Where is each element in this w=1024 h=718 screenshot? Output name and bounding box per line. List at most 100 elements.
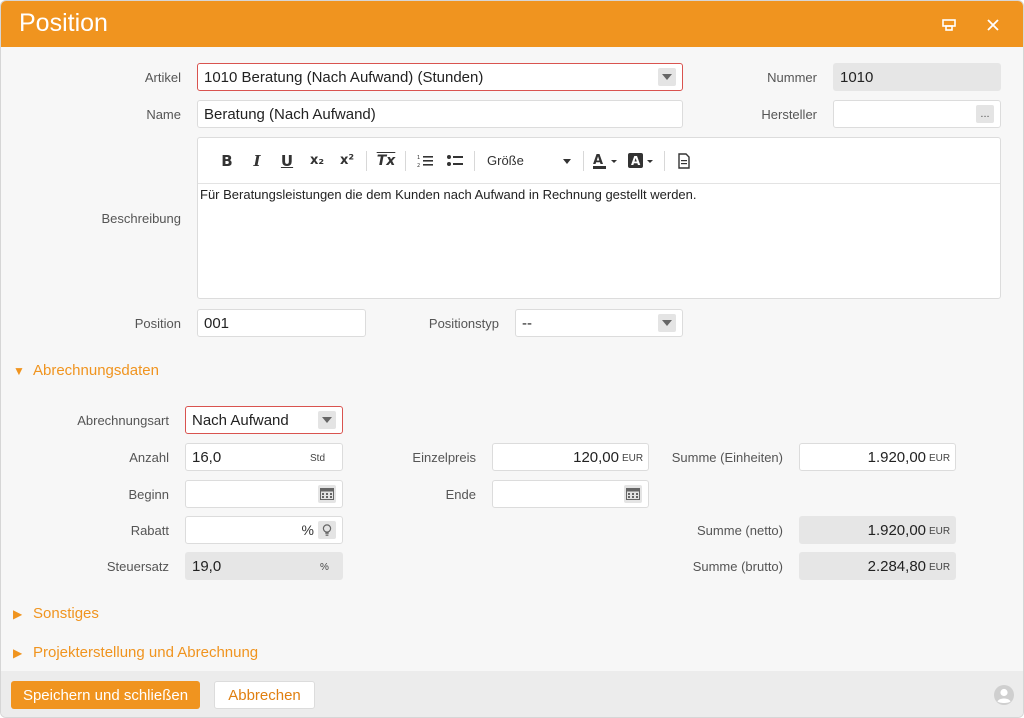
subscript-button[interactable]: x₂ [302, 148, 332, 174]
chevron-down-icon [563, 158, 571, 164]
calendar-icon[interactable] [624, 485, 642, 503]
svg-text:1: 1 [417, 155, 420, 161]
background-color-icon[interactable]: A [624, 148, 660, 174]
steuersatz-unit: % [320, 562, 329, 573]
summe-brutto-field: 2.284,80 EUR [799, 552, 956, 580]
font-size-label: Größe [487, 153, 524, 168]
lightbulb-icon[interactable] [318, 521, 336, 539]
beschreibung-text[interactable]: Für Beratungsleistungen die dem Kunden n… [200, 187, 697, 202]
user-icon[interactable] [993, 684, 1015, 706]
caret-right-icon: ▶ [13, 645, 23, 660]
name-label: Name [146, 107, 181, 122]
abrechnungsart-value: Nach Aufwand [192, 411, 289, 429]
summe-einheiten-label: Summe (Einheiten) [671, 450, 783, 465]
position-value: 001 [204, 314, 230, 332]
position-label: Position [134, 316, 181, 331]
hersteller-label: Hersteller [761, 107, 817, 122]
abrechnungsart-label: Abrechnungsart [77, 413, 169, 428]
section-projekterstellung[interactable]: ▶ Projekterstellung und Abrechnung [13, 644, 258, 661]
section-abrechnungsdaten[interactable]: ▼ Abrechnungsdaten [13, 362, 159, 379]
dialog-title: Position [19, 9, 108, 37]
einzelpreis-input[interactable]: 120,00 EUR [492, 443, 649, 471]
einzelpreis-unit: EUR [622, 453, 644, 464]
anzahl-input[interactable]: 16,0 Std [185, 443, 343, 471]
section-abrechnungsdaten-title: Abrechnungsdaten [33, 362, 159, 379]
nummer-value: 1010 [840, 68, 874, 86]
underline-button[interactable]: U [272, 148, 302, 174]
summe-einheiten-unit: EUR [929, 453, 951, 464]
beginn-date-input[interactable] [185, 480, 343, 508]
ende-date-input[interactable] [492, 480, 649, 508]
abrechnungsart-select[interactable]: Nach Aufwand [185, 406, 343, 434]
name-input[interactable]: Beratung (Nach Aufwand) [197, 100, 683, 128]
ende-label: Ende [445, 487, 476, 502]
font-size-select[interactable]: Größe [479, 148, 579, 174]
artikel-value: 1010 Beratung (Nach Aufwand) (Stunden) [204, 68, 484, 86]
bullet-list-icon[interactable] [440, 148, 470, 174]
positionstyp-value: -- [522, 314, 532, 332]
toolbar-divider [405, 150, 406, 171]
steuersatz-field: 19,0 % [185, 552, 343, 580]
section-projekterstellung-title: Projekterstellung und Abrechnung [33, 644, 259, 661]
editor-toolbar: B I U x₂ x² Tx 1 2 Größe A A [198, 138, 1000, 184]
rabatt-label: Rabatt [130, 523, 169, 538]
position-dialog: Position Artikel 1010 Beratung (Nach Auf… [0, 0, 1024, 718]
steuersatz-value: 19,0 [192, 557, 222, 575]
summe-brutto-unit: EUR [929, 562, 951, 573]
toolbar-divider [366, 150, 367, 171]
rabatt-input[interactable]: % [185, 516, 343, 544]
summe-brutto-label: Summe (brutto) [692, 559, 783, 574]
document-icon[interactable] [669, 148, 699, 174]
toolbar-divider [583, 150, 584, 171]
chevron-down-icon[interactable] [658, 314, 676, 332]
section-sonstiges-title: Sonstiges [33, 605, 99, 622]
bold-button[interactable]: B [212, 148, 242, 174]
name-value: Beratung (Nach Aufwand) [204, 105, 376, 123]
section-sonstiges[interactable]: ▶ Sonstiges [13, 605, 99, 622]
summe-netto-value: 1.920,00 [867, 521, 926, 539]
anzahl-value: 16,0 [192, 448, 222, 466]
einzelpreis-value: 120,00 [573, 448, 619, 466]
positionstyp-label: Positionstyp [428, 316, 499, 331]
cancel-button[interactable]: Abbrechen [214, 681, 315, 709]
artikel-select[interactable]: 1010 Beratung (Nach Aufwand) (Stunden) [197, 63, 683, 91]
caret-right-icon: ▶ [13, 606, 23, 621]
artikel-label: Artikel [144, 70, 181, 85]
dialog-footer: Speichern und schließen Abbrechen [1, 671, 1023, 717]
svg-text:2: 2 [417, 163, 420, 168]
beginn-label: Beginn [128, 487, 169, 502]
summe-netto-unit: EUR [929, 526, 951, 537]
summe-brutto-value: 2.284,80 [867, 557, 926, 575]
clear-format-button[interactable]: Tx [371, 148, 401, 174]
caret-down-icon: ▼ [13, 363, 25, 378]
summe-einheiten-field: 1.920,00 EUR [799, 443, 956, 471]
svg-text:A: A [593, 153, 603, 168]
italic-button[interactable]: I [242, 148, 272, 174]
beschreibung-label: Beschreibung [101, 211, 182, 226]
calendar-icon[interactable] [318, 485, 336, 503]
ordered-list-icon[interactable]: 1 2 [410, 148, 440, 174]
window-restore-icon[interactable] [937, 13, 961, 37]
hersteller-input[interactable]: ... [833, 100, 1001, 128]
summe-einheiten-value: 1.920,00 [867, 448, 926, 466]
summe-netto-field: 1.920,00 EUR [799, 516, 956, 544]
chevron-down-icon[interactable] [658, 68, 676, 86]
toolbar-divider [664, 150, 665, 171]
nummer-field: 1010 [833, 63, 1001, 91]
save-and-close-button[interactable]: Speichern und schließen [11, 681, 200, 709]
close-icon[interactable] [981, 13, 1005, 37]
hersteller-more-button[interactable]: ... [976, 105, 994, 123]
steuersatz-label: Steuersatz [106, 559, 169, 574]
beschreibung-editor[interactable]: B I U x₂ x² Tx 1 2 Größe A A Für Beratun… [197, 137, 1001, 299]
einzelpreis-label: Einzelpreis [412, 450, 476, 465]
text-color-icon[interactable]: A [588, 148, 624, 174]
summe-netto-label: Summe (netto) [697, 523, 783, 538]
svg-text:A: A [631, 154, 641, 168]
superscript-button[interactable]: x² [332, 148, 362, 174]
anzahl-unit: Std [310, 453, 326, 464]
position-input[interactable]: 001 [197, 309, 366, 337]
chevron-down-icon[interactable] [318, 411, 336, 429]
nummer-label: Nummer [767, 70, 817, 85]
positionstyp-select[interactable]: -- [515, 309, 683, 337]
rabatt-unit: % [301, 522, 314, 538]
